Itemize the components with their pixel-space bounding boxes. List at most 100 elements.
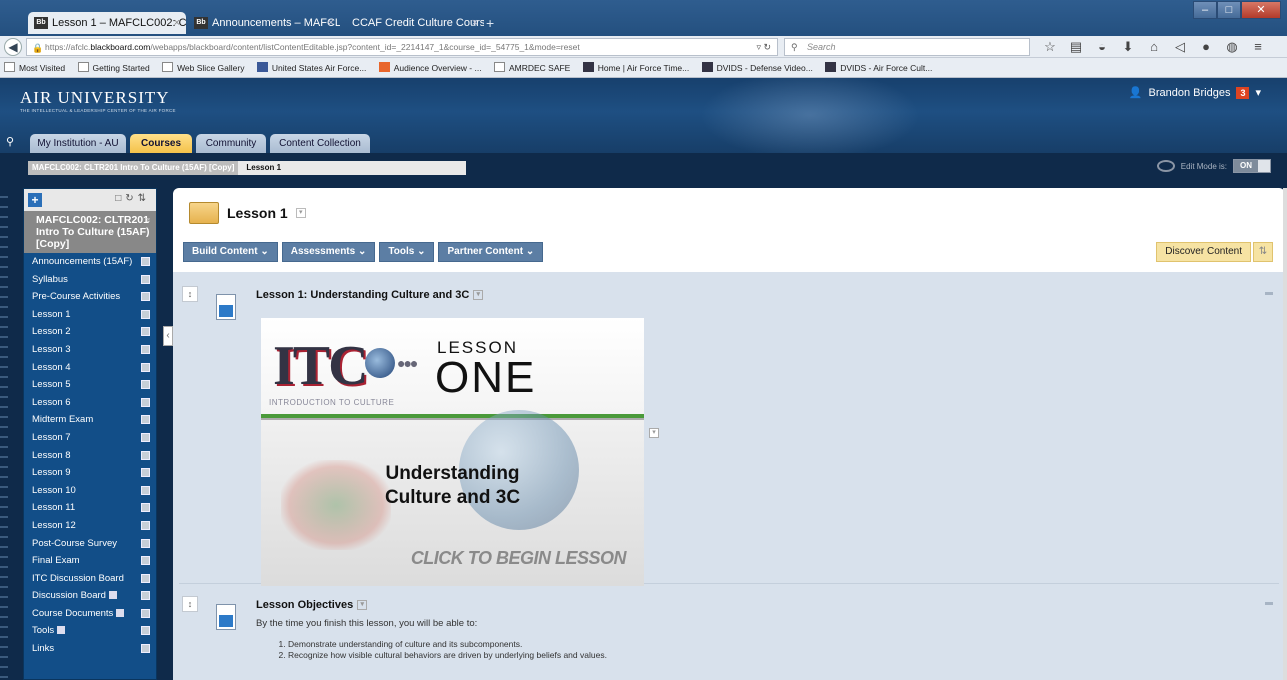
tab-community[interactable]: Community xyxy=(196,134,266,153)
image-options-icon[interactable]: ▾ xyxy=(649,428,659,438)
close-tab-icon[interactable]: × xyxy=(328,12,334,34)
course-menu-item[interactable]: Post-Course Survey xyxy=(24,535,156,553)
course-menu-item[interactable]: Announcements (15AF) xyxy=(24,253,156,271)
course-menu-item[interactable]: Pre-Course Activities xyxy=(24,288,156,306)
edit-mode-toggle[interactable]: Edit Mode is: ON xyxy=(1156,159,1271,173)
move-handle-icon[interactable]: ↕ xyxy=(182,596,198,612)
add-menu-item-button[interactable]: + xyxy=(28,193,42,207)
course-menu-item[interactable]: Midterm Exam xyxy=(24,411,156,429)
build-content-button[interactable]: Build Content ⌄ xyxy=(183,242,278,262)
item-options-icon[interactable] xyxy=(141,608,150,618)
course-menu-item[interactable]: Lesson 2 xyxy=(24,323,156,341)
chevron-up-icon[interactable]: ≈ xyxy=(145,214,150,226)
tab-my-institution[interactable]: My Institution - AU xyxy=(30,134,126,153)
tab-courses[interactable]: Courses xyxy=(130,134,192,153)
course-title[interactable]: MAFCLC002: CLTR201 Intro To Culture (15A… xyxy=(24,211,156,253)
item-options-icon[interactable] xyxy=(141,415,150,425)
course-menu-item[interactable]: Lesson 10 xyxy=(24,482,156,500)
close-window-icon[interactable]: ✕ xyxy=(1241,1,1281,19)
minimize-item-icon[interactable] xyxy=(1265,602,1273,605)
course-menu-item[interactable]: Lesson 3 xyxy=(24,341,156,359)
item-options-icon[interactable] xyxy=(141,556,150,566)
course-menu-item[interactable]: Syllabus xyxy=(24,271,156,289)
search-input[interactable]: ⚲ Search xyxy=(784,38,1030,56)
url-bar[interactable]: 🔒 https://afclc.blackboard.com/webapps/b… xyxy=(26,38,778,56)
item-options-icon[interactable] xyxy=(141,644,150,654)
course-menu-item[interactable]: Lesson 4 xyxy=(24,359,156,377)
tab-content-collection[interactable]: Content Collection xyxy=(270,134,370,153)
course-menu-item[interactable]: Links xyxy=(24,640,156,658)
course-menu-item[interactable]: Lesson 12 xyxy=(24,517,156,535)
tab-ccaf[interactable]: CCAF Credit Culture Courses × xyxy=(344,12,484,34)
course-menu-item[interactable]: Lesson 8 xyxy=(24,447,156,465)
course-menu-item[interactable]: ITC Discussion Board xyxy=(24,570,156,588)
lesson-banner-image[interactable]: ITC ●●● INTRODUCTION TO CULTURE LESSON O… xyxy=(261,318,644,586)
item-options-icon[interactable] xyxy=(141,503,150,513)
course-menu-item[interactable]: Lesson 9 xyxy=(24,464,156,482)
item-title[interactable]: Lesson 1: Understanding Culture and 3C ▾ xyxy=(256,289,484,301)
bookmark-usaf[interactable]: United States Air Force... xyxy=(256,58,366,77)
item-options-icon[interactable] xyxy=(141,344,150,354)
move-handle-icon[interactable]: ↕ xyxy=(182,286,198,302)
bookmark-star-icon[interactable]: ☆ xyxy=(1040,38,1060,56)
addon-icon[interactable]: ● xyxy=(1196,38,1216,56)
item-options-icon[interactable] xyxy=(141,538,150,548)
item-options-icon[interactable] xyxy=(141,485,150,495)
reading-list-icon[interactable]: ▤ xyxy=(1066,38,1086,56)
bookmark-getting-started[interactable]: Getting Started xyxy=(77,58,150,77)
bookmark-dvids-video[interactable]: DVIDS - Defense Video... xyxy=(701,58,813,77)
menu-icon[interactable]: ≡ xyxy=(1248,38,1268,56)
download-icon[interactable]: ⬇ xyxy=(1118,38,1138,56)
course-menu-item[interactable]: Lesson 11 xyxy=(24,499,156,517)
course-menu-item[interactable]: Final Exam xyxy=(24,552,156,570)
home-icon[interactable]: ⌂ xyxy=(1144,38,1164,56)
bookmark-most-visited[interactable]: Most Visited xyxy=(4,58,65,77)
item-options-icon[interactable] xyxy=(141,380,150,390)
item-options-icon[interactable] xyxy=(141,450,150,460)
menu-drag-handles[interactable] xyxy=(0,188,8,680)
maximize-icon[interactable]: □ xyxy=(1217,1,1241,19)
tools-button[interactable]: Tools ⌄ xyxy=(379,242,435,262)
minimize-icon[interactable]: – xyxy=(1193,1,1217,19)
item-options-icon[interactable]: ▾ xyxy=(357,600,368,611)
bookmark-af-times[interactable]: Home | Air Force Time... xyxy=(582,58,689,77)
item-title[interactable]: Lesson Objectives ▾ xyxy=(256,599,368,611)
item-options-icon[interactable] xyxy=(141,397,150,407)
tab-announcements[interactable]: Bb Announcements – MAFCL... × xyxy=(188,12,340,34)
link-icon[interactable]: ⚲ xyxy=(6,135,14,148)
item-options-icon[interactable] xyxy=(141,573,150,583)
item-options-icon[interactable] xyxy=(141,257,150,266)
item-options-icon[interactable] xyxy=(141,362,150,372)
tab-lesson-1[interactable]: Bb Lesson 1 – MAFCLC002: CL... × xyxy=(28,12,186,34)
item-options-icon[interactable] xyxy=(141,292,150,302)
course-menu-item[interactable]: Tools xyxy=(24,622,156,640)
menu-controls-icon[interactable]: □↻⇅ xyxy=(115,193,150,204)
close-tab-icon[interactable]: × xyxy=(174,12,180,34)
bookmark-audience[interactable]: Audience Overview - ... xyxy=(378,58,482,77)
bookmark-dvids-cult[interactable]: DVIDS - Air Force Cult... xyxy=(825,58,932,77)
begin-lesson-link[interactable]: CLICK TO BEGIN LESSON xyxy=(261,548,627,569)
item-options-icon[interactable] xyxy=(141,626,150,636)
partner-content-button[interactable]: Partner Content ⌄ xyxy=(438,242,544,262)
course-menu-item[interactable]: Lesson 7 xyxy=(24,429,156,447)
send-icon[interactable]: ◁ xyxy=(1170,38,1190,56)
bookmark-amrdec[interactable]: AMRDEC SAFE xyxy=(493,58,570,77)
user-menu[interactable]: 👤 Brandon Bridges 3 ▾ xyxy=(1129,86,1261,99)
collapse-menu-button[interactable]: ‹ xyxy=(163,326,173,346)
item-options-icon[interactable] xyxy=(141,309,150,319)
course-menu-item[interactable]: Lesson 5 xyxy=(24,376,156,394)
item-options-icon[interactable] xyxy=(141,591,150,601)
eye-icon[interactable] xyxy=(1156,160,1175,172)
course-menu-item[interactable]: Discussion Board xyxy=(24,587,156,605)
breadcrumb-course[interactable]: MAFCLC002: CLTR201 Intro To Culture (15A… xyxy=(28,161,239,175)
item-options-icon[interactable] xyxy=(141,520,150,530)
edit-mode-switch[interactable]: ON xyxy=(1233,159,1271,173)
reload-icon[interactable]: ▿ ↻ xyxy=(756,39,771,55)
new-tab-button[interactable]: + xyxy=(486,12,494,34)
item-options-icon[interactable] xyxy=(141,274,150,284)
course-menu-item[interactable]: Course Documents xyxy=(24,605,156,623)
course-menu-item[interactable]: Lesson 1 xyxy=(24,306,156,324)
minimize-item-icon[interactable] xyxy=(1265,292,1273,295)
bookmark-web-slice[interactable]: Web Slice Gallery xyxy=(162,58,244,77)
chat-icon[interactable]: ◍ xyxy=(1222,38,1242,56)
